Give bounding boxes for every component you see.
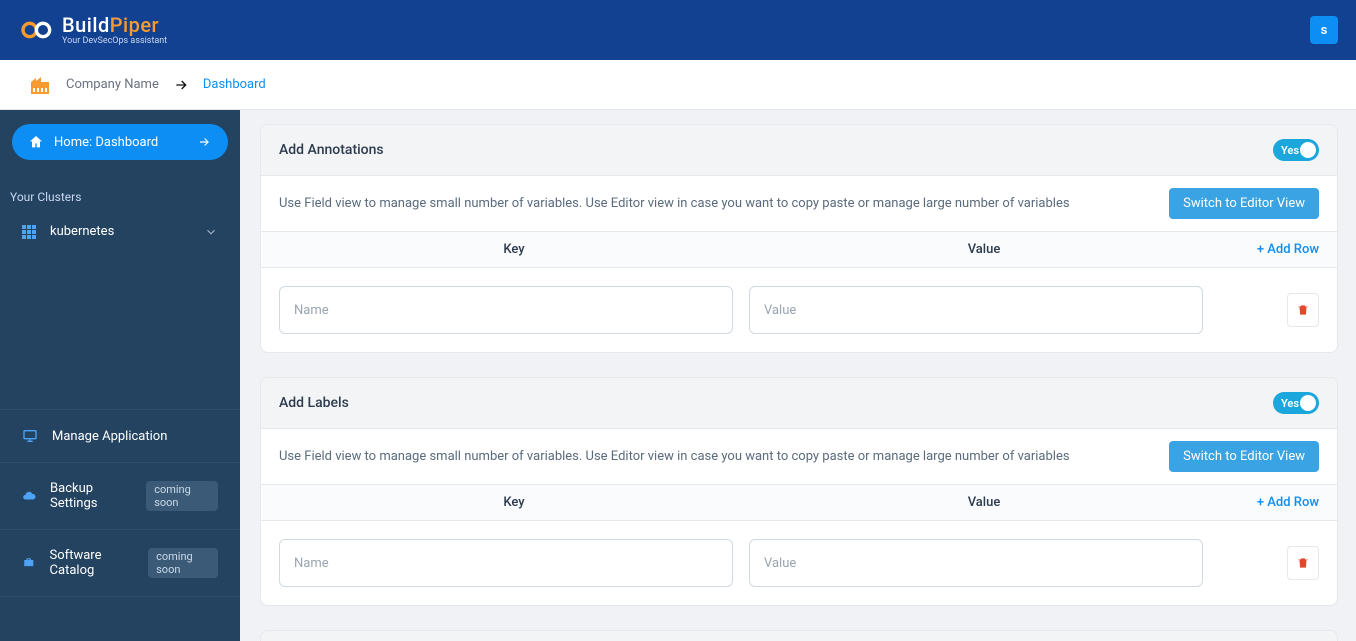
cloud-icon — [22, 488, 36, 504]
grid-icon — [22, 225, 36, 239]
resource-quota-card: Resource Quota Apply No — [260, 630, 1338, 641]
menu-label: Backup Settings — [50, 481, 132, 511]
arrow-right-icon — [173, 77, 189, 93]
breadcrumb: Company Name Dashboard — [0, 60, 1356, 110]
annotations-delete-row-button[interactable] — [1287, 293, 1319, 327]
labels-switch-editor-button[interactable]: Switch to Editor View — [1169, 441, 1319, 472]
annotations-value-input[interactable] — [749, 286, 1203, 334]
annotations-key-input[interactable] — [279, 286, 733, 334]
monitor-icon — [22, 428, 38, 444]
brand-subtitle: Your DevSecOps assistant — [62, 37, 167, 46]
labels-value-input[interactable] — [749, 539, 1203, 587]
toggle-label: Yes — [1281, 397, 1299, 410]
toggle-label: Yes — [1281, 144, 1299, 157]
briefcase-icon — [22, 555, 36, 571]
labels-key-input[interactable] — [279, 539, 733, 587]
labels-row — [261, 521, 1337, 605]
coming-soon-badge: coming soon — [146, 481, 218, 511]
labels-card: Add Labels Yes Use Field view to manage … — [260, 377, 1338, 606]
annotations-card: Add Annotations Yes Use Field view to ma… — [260, 124, 1338, 353]
topbar: BuildPiper Your DevSecOps assistant s — [0, 0, 1356, 60]
sidebar-item-cutoff — [0, 596, 240, 606]
sidebar-item-software-catalog[interactable]: Software Catalog coming soon — [0, 529, 240, 596]
toggle-knob — [1300, 395, 1316, 411]
annotations-add-row-button[interactable]: + Add Row — [1219, 242, 1319, 257]
breadcrumb-company: Company Name — [66, 77, 159, 92]
annotations-row — [261, 268, 1337, 352]
home-dashboard-button[interactable]: Home: Dashboard — [12, 124, 228, 160]
trash-icon — [1296, 303, 1310, 317]
sidebar-item-manage-application[interactable]: Manage Application — [0, 409, 240, 462]
labels-th-value: Value — [749, 495, 1219, 510]
annotations-th-key: Key — [279, 242, 749, 257]
trash-icon — [1296, 556, 1310, 570]
brand-name: BuildPiper — [62, 15, 167, 35]
chevron-down-icon — [204, 225, 218, 239]
menu-label: Software Catalog — [50, 548, 135, 578]
sidebar-item-backup-settings[interactable]: Backup Settings coming soon — [0, 462, 240, 529]
home-icon — [28, 134, 44, 150]
annotations-title: Add Annotations — [279, 142, 384, 158]
sidebar-item-kubernetes[interactable]: kubernetes — [0, 214, 240, 249]
labels-delete-row-button[interactable] — [1287, 546, 1319, 580]
labels-title: Add Labels — [279, 395, 349, 411]
cluster-name: kubernetes — [50, 224, 114, 239]
menu-label: Manage Application — [52, 429, 167, 444]
coming-soon-badge: coming soon — [148, 548, 218, 578]
labels-th-key: Key — [279, 495, 749, 510]
breadcrumb-dashboard-link[interactable]: Dashboard — [203, 77, 266, 92]
home-label: Home: Dashboard — [54, 135, 158, 150]
annotations-toggle[interactable]: Yes — [1273, 139, 1319, 161]
clusters-section-label: Your Clusters — [0, 184, 240, 214]
annotations-tip: Use Field view to manage small number of… — [279, 196, 1070, 211]
labels-toggle[interactable]: Yes — [1273, 392, 1319, 414]
brand-logo-icon — [18, 18, 58, 42]
arrow-right-icon — [196, 134, 212, 150]
annotations-th-value: Value — [749, 242, 1219, 257]
brand[interactable]: BuildPiper Your DevSecOps assistant — [18, 15, 167, 46]
annotations-switch-editor-button[interactable]: Switch to Editor View — [1169, 188, 1319, 219]
labels-tip: Use Field view to manage small number of… — [279, 449, 1070, 464]
toggle-knob — [1300, 142, 1316, 158]
labels-add-row-button[interactable]: + Add Row — [1219, 495, 1319, 510]
sidebar: Home: Dashboard Your Clusters kubernetes — [0, 110, 240, 641]
avatar-button[interactable]: s — [1310, 16, 1338, 44]
company-icon — [28, 73, 52, 97]
main-content: Add Annotations Yes Use Field view to ma… — [240, 110, 1356, 641]
